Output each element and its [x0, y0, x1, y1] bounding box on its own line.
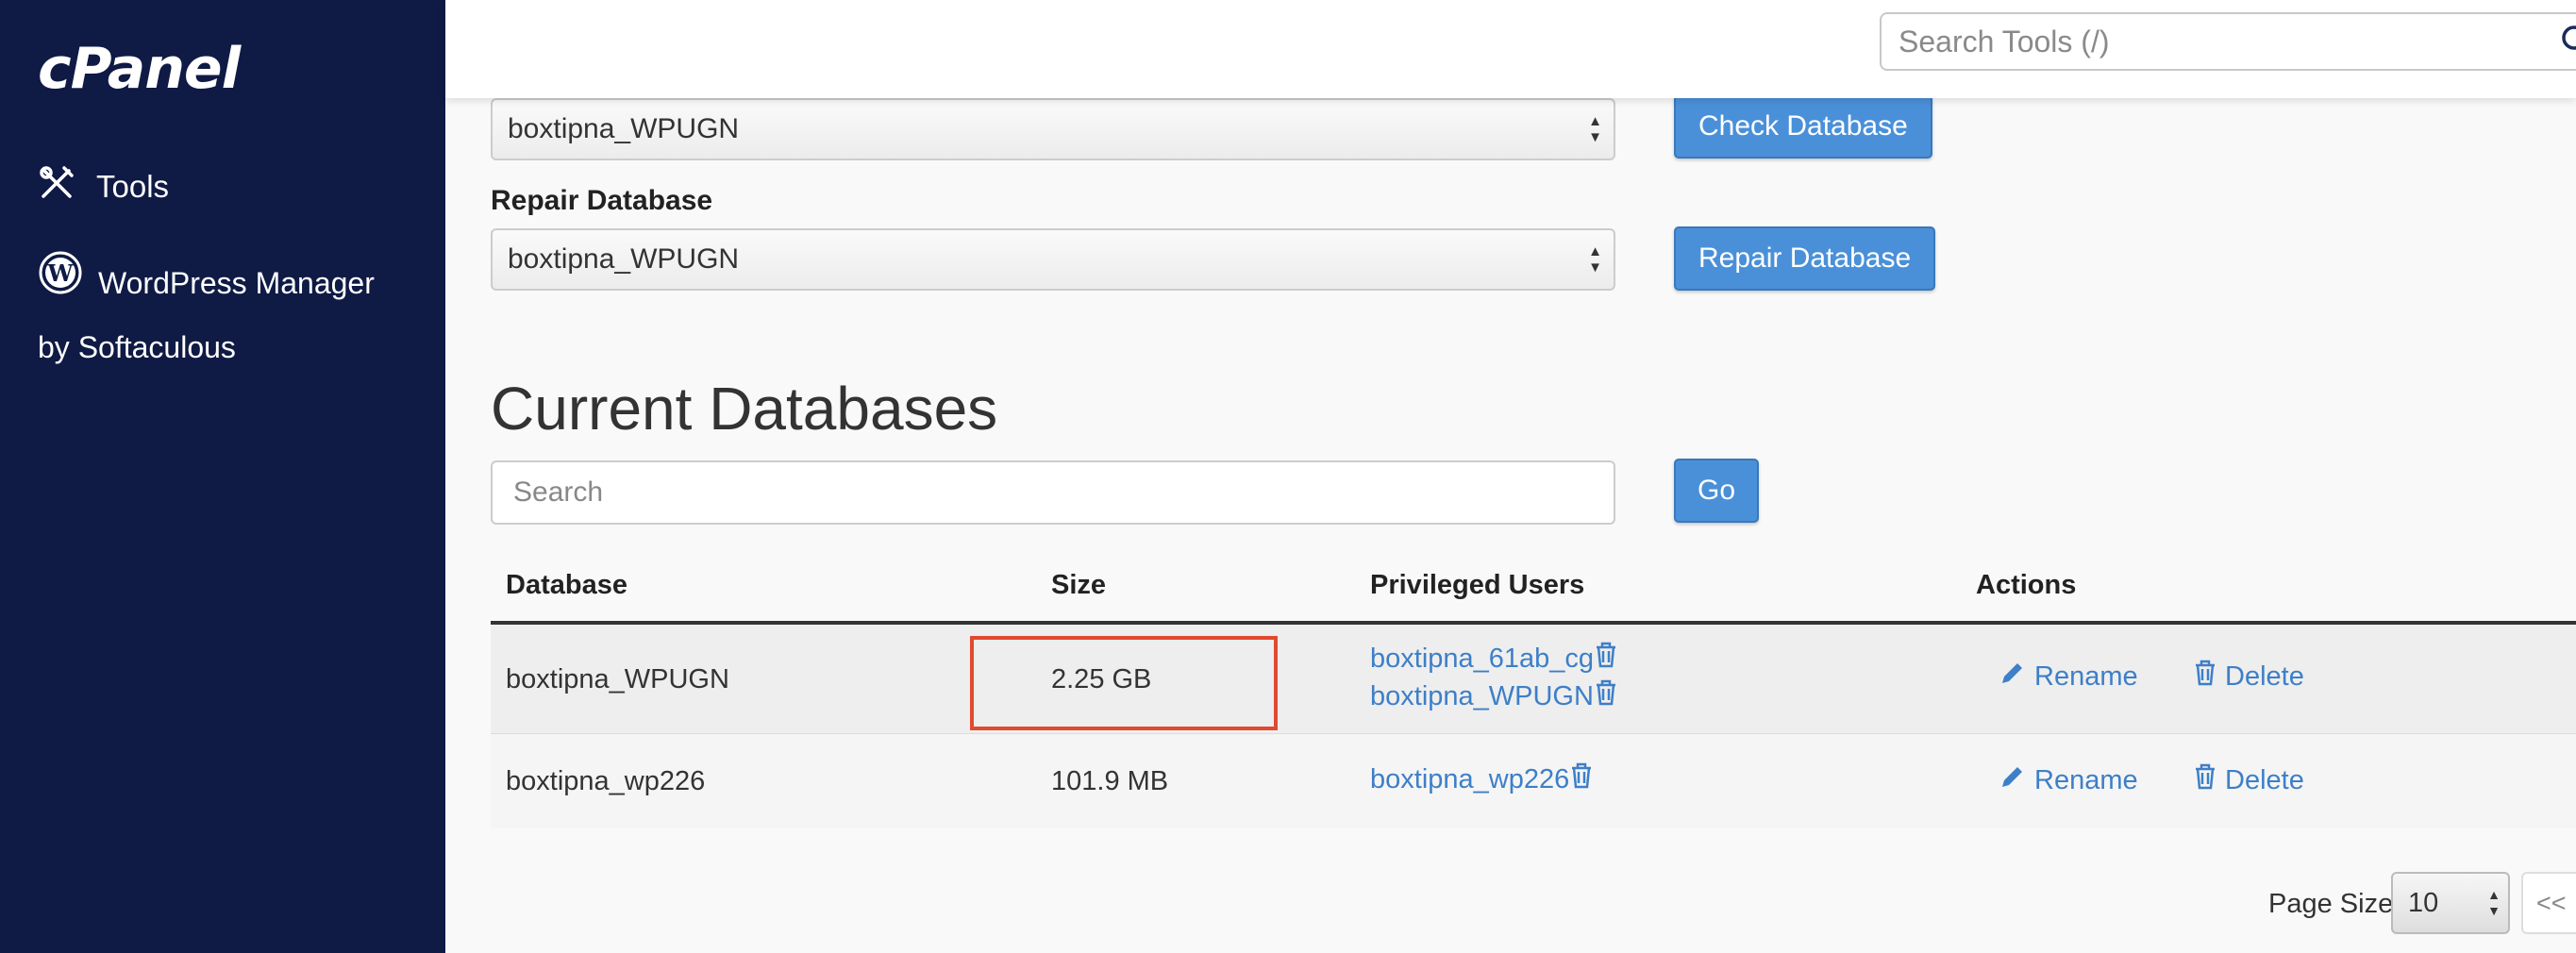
table-row: boxtipna_WPUGN 2.25 GB boxtipna_61ab_cg …: [491, 625, 2576, 734]
main-content: boxtipna_WPUGN ▲ ▼ Check Database Repair …: [445, 94, 2576, 953]
wordpress-icon: W: [38, 250, 83, 316]
select-value: boxtipna_WPUGN: [508, 113, 740, 144]
database-name: boxtipna_WPUGN: [506, 664, 729, 694]
tools-icon: [38, 164, 75, 209]
sidebar: cPanel Tools W WordPress Manager by Soft…: [0, 0, 445, 953]
repair-database-select[interactable]: boxtipna_WPUGN ▲ ▼: [491, 228, 1615, 291]
search-tools-input[interactable]: [1880, 12, 2576, 71]
user-link[interactable]: boxtipna_WPUGN: [1370, 681, 1594, 712]
rename-button[interactable]: Rename: [1999, 762, 2138, 798]
pencil-icon: [1999, 659, 2027, 694]
user-link[interactable]: boxtipna_wp226: [1370, 764, 1569, 795]
database-name: boxtipna_wp226: [506, 766, 706, 796]
delete-label: Delete: [2225, 660, 2304, 692]
rename-label: Rename: [2034, 764, 2138, 795]
first-page-button[interactable]: <<: [2521, 872, 2576, 934]
select-value: boxtipna_WPUGN: [508, 243, 740, 275]
svg-text:W: W: [47, 259, 75, 287]
rename-label: Rename: [2034, 660, 2138, 692]
privileged-users: boxtipna_61ab_cg boxtipna_WPUGN: [1370, 640, 1618, 715]
table-header: Database Size Privileged Users Actions: [491, 538, 2576, 625]
top-header: [445, 0, 2576, 98]
select-arrows-icon: ▲ ▼: [2487, 887, 2501, 918]
sidebar-item-wordpress-manager[interactable]: W WordPress Manager by Softaculous: [38, 250, 415, 378]
page-size-label: Page Size: [2268, 889, 2394, 919]
check-database-select[interactable]: boxtipna_WPUGN ▲ ▼: [491, 98, 1615, 160]
trash-icon: [2193, 659, 2217, 694]
check-database-button[interactable]: Check Database: [1674, 94, 1932, 159]
column-header-database[interactable]: Database: [506, 570, 627, 601]
page-size-value: 10: [2408, 887, 2439, 918]
repair-database-button[interactable]: Repair Database: [1674, 226, 1936, 291]
database-search-input[interactable]: [491, 460, 1615, 525]
page-size-select[interactable]: 10 ▲ ▼: [2391, 872, 2510, 934]
delete-button[interactable]: Delete: [2193, 659, 2304, 694]
trash-icon: [2193, 762, 2217, 798]
database-size: 101.9 MB: [1051, 766, 1169, 796]
cpanel-page: cPanel Tools W WordPress Manager by Soft…: [0, 0, 2576, 953]
cpanel-logo[interactable]: cPanel: [38, 36, 241, 102]
delete-label: Delete: [2225, 764, 2304, 795]
column-header-privileged-users: Privileged Users: [1370, 570, 1585, 600]
size-highlight-box: [970, 636, 1278, 730]
column-header-size[interactable]: Size: [1051, 570, 1106, 601]
sidebar-item-label: Tools: [96, 169, 170, 204]
select-arrows-icon: ▲ ▼: [1588, 243, 1602, 276]
go-button[interactable]: Go: [1674, 459, 1759, 523]
databases-table: Database Size Privileged Users Actions b…: [491, 538, 2576, 828]
user-link[interactable]: boxtipna_61ab_cg: [1370, 644, 1594, 675]
sidebar-item-sublabel: by Softaculous: [38, 330, 236, 364]
trash-icon[interactable]: [1569, 761, 1594, 797]
sidebar-item-label: WordPress Manager: [98, 266, 375, 300]
page-title: Current Databases: [491, 375, 998, 443]
repair-database-label: Repair Database: [491, 185, 713, 216]
search-icon[interactable]: [2559, 23, 2576, 65]
rename-button[interactable]: Rename: [1999, 659, 2138, 694]
table-row: boxtipna_wp226 101.9 MB boxtipna_wp226 R…: [491, 734, 2576, 828]
select-arrows-icon: ▲ ▼: [1588, 113, 1602, 145]
privileged-users: boxtipna_wp226: [1370, 761, 1594, 798]
delete-button[interactable]: Delete: [2193, 762, 2304, 798]
column-header-actions: Actions: [1976, 570, 2077, 600]
trash-icon[interactable]: [1594, 678, 1618, 714]
sidebar-item-tools[interactable]: Tools: [38, 165, 169, 209]
pencil-icon: [1999, 762, 2027, 798]
trash-icon[interactable]: [1594, 641, 1618, 677]
